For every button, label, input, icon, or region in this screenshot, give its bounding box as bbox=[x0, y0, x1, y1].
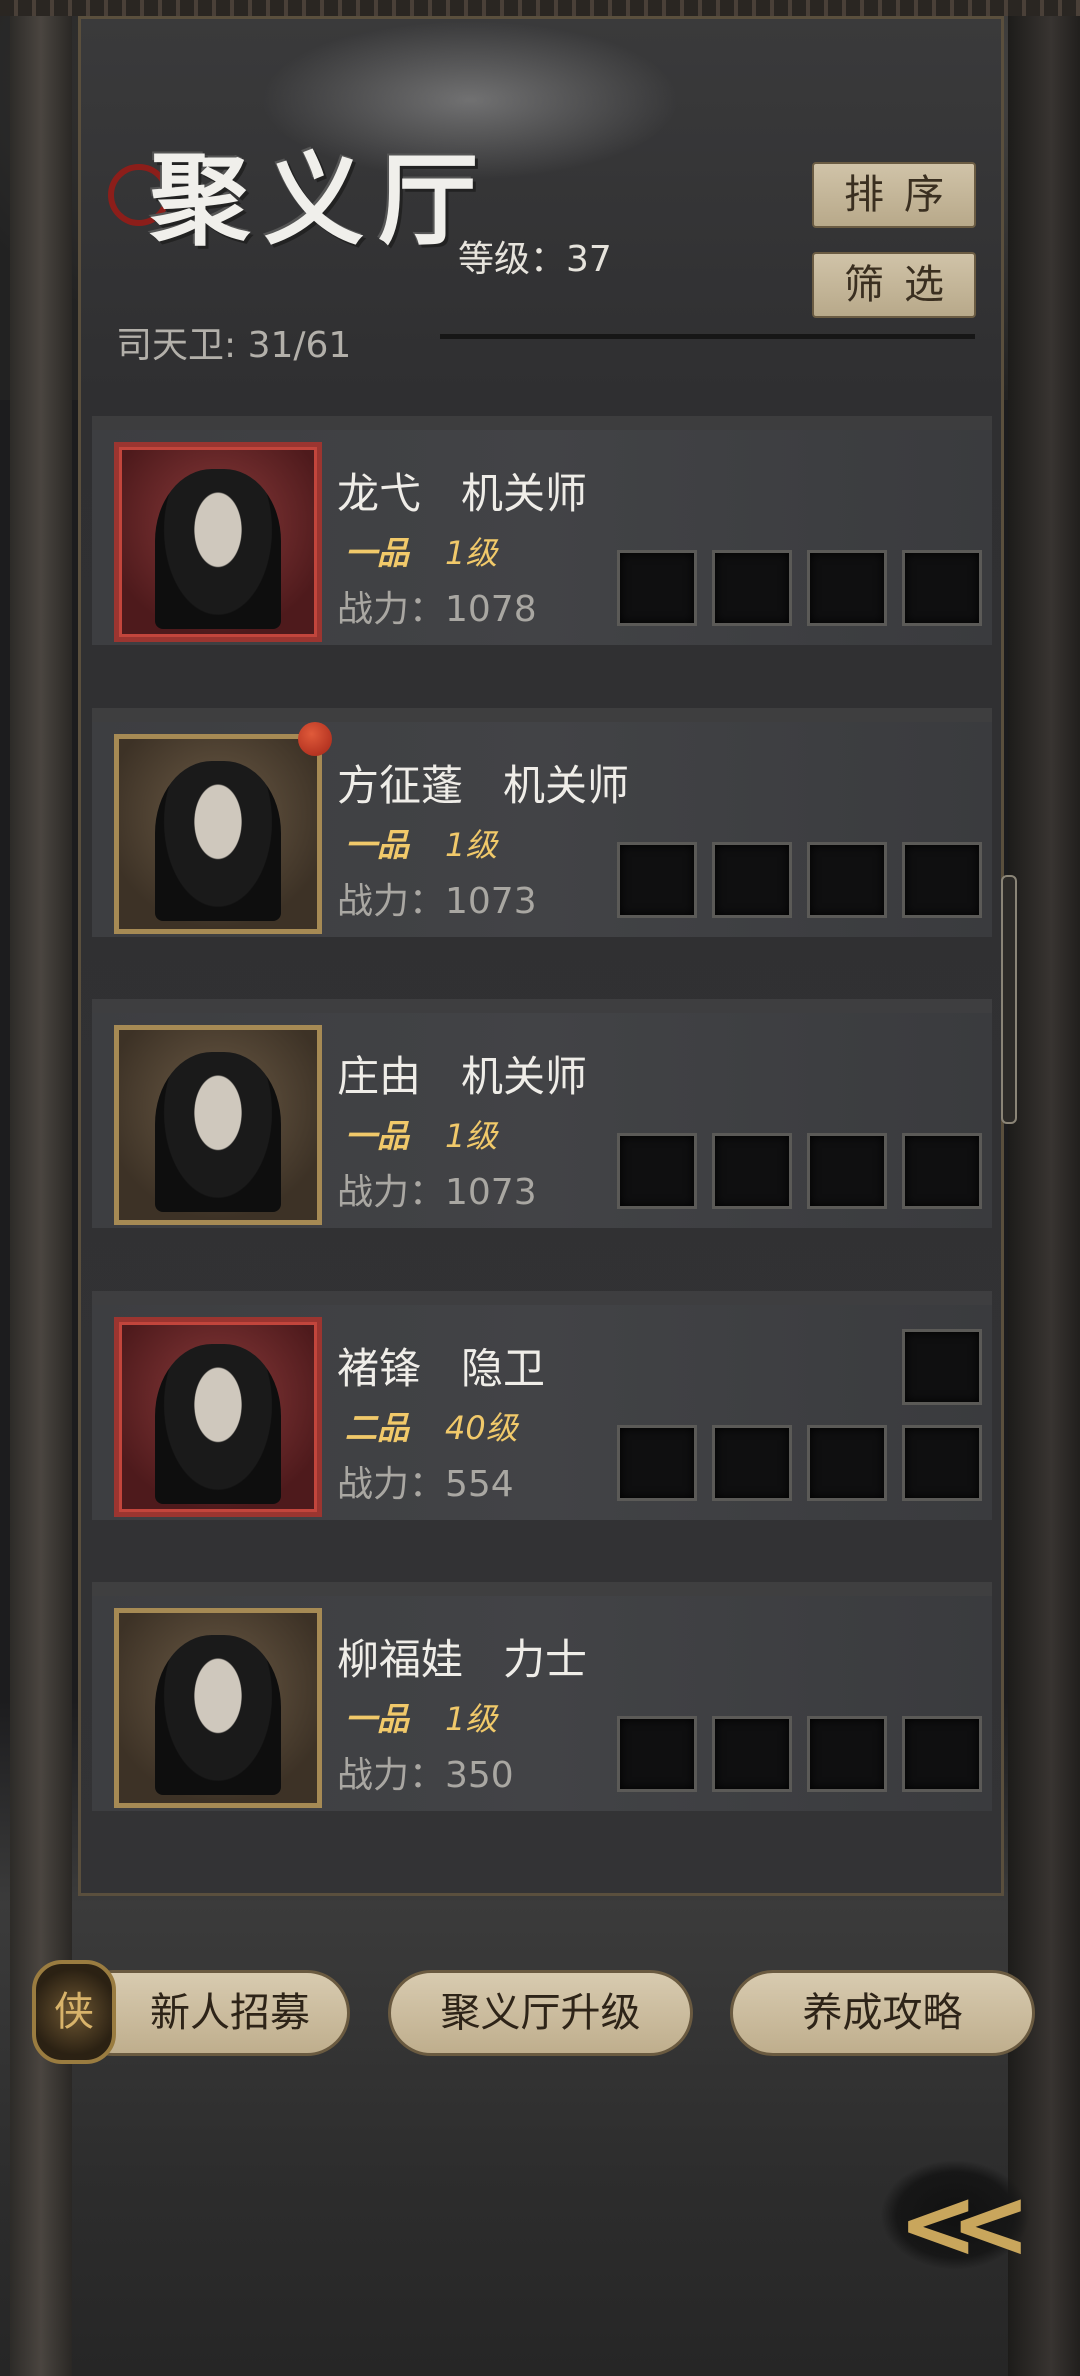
page-title: 聚义厅 bbox=[150, 141, 492, 259]
portrait-face bbox=[155, 469, 281, 629]
equip-slot[interactable] bbox=[902, 1133, 982, 1209]
member-power: 战力：350 bbox=[337, 1755, 514, 1796]
member-power: 战力：1073 bbox=[337, 1172, 537, 1213]
member-name: 方征蓬 机关师 bbox=[337, 761, 630, 810]
member-portrait bbox=[114, 1608, 322, 1808]
equip-slot[interactable] bbox=[712, 842, 792, 918]
top-border bbox=[0, 0, 1080, 16]
member-grade: 1级 bbox=[445, 826, 498, 864]
member-power: 战力：1073 bbox=[337, 881, 537, 922]
equip-slot[interactable] bbox=[807, 550, 887, 626]
member-rank: 二品 bbox=[345, 1409, 410, 1447]
back-arrow-icon: << bbox=[898, 2168, 1031, 2280]
portrait-face bbox=[155, 1052, 281, 1212]
equip-slot[interactable] bbox=[617, 842, 697, 918]
equip-slot[interactable] bbox=[712, 1133, 792, 1209]
equip-slot[interactable] bbox=[617, 1425, 697, 1501]
member-name: 柳福娃 力士 bbox=[337, 1635, 588, 1684]
member-grade: 1级 bbox=[445, 1117, 498, 1155]
member-card[interactable]: 龙弋 机关师 一品 1级 战力：1078 bbox=[92, 430, 992, 645]
equip-slot[interactable] bbox=[712, 1716, 792, 1792]
member-portrait bbox=[114, 1025, 322, 1225]
member-card[interactable]: 褚锋 隐卫 二品 40级 战力：554 bbox=[92, 1305, 992, 1520]
equip-slot[interactable] bbox=[807, 1133, 887, 1209]
member-card[interactable]: 庄由 机关师 一品 1级 战力：1073 bbox=[92, 1013, 992, 1228]
member-power: 战力：1078 bbox=[337, 589, 537, 630]
member-name: 褚锋 隐卫 bbox=[337, 1344, 546, 1393]
member-card[interactable]: 柳福娃 力士 一品 1级 战力：350 bbox=[92, 1596, 992, 1811]
member-power: 战力：554 bbox=[337, 1464, 514, 1505]
member-rank: 一品 bbox=[345, 1700, 410, 1738]
sort-button[interactable]: 排序 bbox=[812, 162, 976, 228]
hall-level: 等级：37 bbox=[458, 239, 612, 280]
equip-slot[interactable] bbox=[902, 550, 982, 626]
member-grade: 1级 bbox=[445, 534, 498, 572]
equip-slot[interactable] bbox=[807, 842, 887, 918]
hall-upgrade-button[interactable]: 聚义厅升级 bbox=[388, 1970, 693, 2056]
equip-slot[interactable] bbox=[807, 1425, 887, 1501]
member-rank: 一品 bbox=[345, 1117, 410, 1155]
equip-slot[interactable] bbox=[902, 1329, 982, 1405]
member-card[interactable]: 方征蓬 机关师 一品 1级 战力：1073 bbox=[92, 722, 992, 937]
training-guide-button[interactable]: 养成攻略 bbox=[730, 1970, 1035, 2056]
member-name: 庄由 机关师 bbox=[337, 1052, 588, 1101]
equip-slot[interactable] bbox=[712, 1425, 792, 1501]
header-divider bbox=[440, 334, 975, 339]
member-rank: 一品 bbox=[345, 534, 410, 572]
member-rank: 一品 bbox=[345, 826, 410, 864]
portrait-face bbox=[155, 1635, 281, 1795]
portrait-face bbox=[155, 761, 281, 921]
guard-count: 司天卫: 31/61 bbox=[116, 325, 352, 366]
equip-slot[interactable] bbox=[902, 842, 982, 918]
list-scrollbar[interactable] bbox=[1001, 875, 1017, 1124]
equip-slot[interactable] bbox=[807, 1716, 887, 1792]
back-button[interactable]: << bbox=[880, 2160, 1031, 2280]
member-portrait bbox=[114, 442, 322, 642]
equip-slot[interactable] bbox=[617, 550, 697, 626]
member-portrait bbox=[114, 734, 322, 934]
equip-slot[interactable] bbox=[902, 1716, 982, 1792]
portrait-face bbox=[155, 1344, 281, 1504]
equip-slot[interactable] bbox=[712, 550, 792, 626]
member-grade: 40级 bbox=[445, 1409, 518, 1447]
member-grade: 1级 bbox=[445, 1700, 498, 1738]
equip-slot[interactable] bbox=[902, 1425, 982, 1501]
member-portrait bbox=[114, 1317, 322, 1517]
member-name: 龙弋 机关师 bbox=[337, 469, 588, 518]
notification-dot-icon bbox=[298, 722, 332, 756]
equip-slot[interactable] bbox=[617, 1716, 697, 1792]
filter-button[interactable]: 筛选 bbox=[812, 252, 976, 318]
equip-slot[interactable] bbox=[617, 1133, 697, 1209]
recruit-badge-icon[interactable]: 侠 bbox=[32, 1960, 116, 2064]
